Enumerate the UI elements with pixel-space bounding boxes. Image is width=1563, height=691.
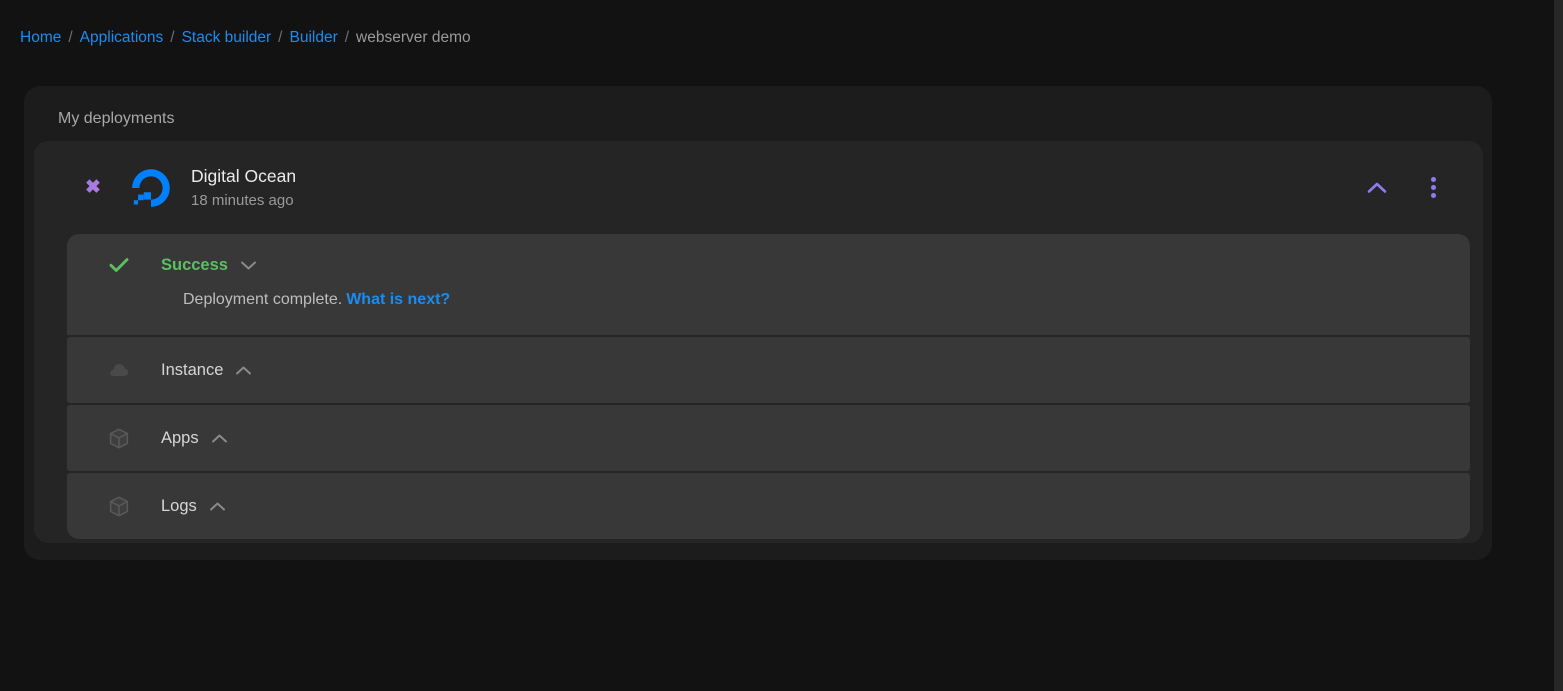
section-logs[interactable]: Logs (67, 473, 1470, 539)
breadcrumb-item-stack-builder[interactable]: Stack builder (182, 27, 272, 49)
my-deployments-panel: My deployments ✖ Digital Ocean 18 minute… (24, 86, 1492, 560)
breadcrumb: Home / Applications / Stack builder / Bu… (20, 27, 471, 49)
deployment-card-header: ✖ Digital Ocean 18 minutes ago (34, 141, 1483, 234)
section-instance-label: Instance (161, 359, 223, 381)
chevron-up-icon[interactable] (235, 365, 252, 376)
section-instance-header[interactable]: Instance (67, 359, 252, 381)
what-is-next-link[interactable]: What is next? (346, 291, 450, 308)
breadcrumb-item-applications[interactable]: Applications (80, 27, 164, 49)
breadcrumb-item-current: webserver demo (356, 27, 471, 49)
chevron-down-icon[interactable] (240, 260, 257, 271)
close-x-icon[interactable]: ✖ (80, 175, 106, 201)
breadcrumb-separator: / (68, 27, 72, 49)
section-apps-header[interactable]: Apps (67, 427, 228, 449)
section-apps[interactable]: Apps (67, 405, 1470, 471)
breadcrumb-separator: / (345, 27, 349, 49)
section-logs-label: Logs (161, 495, 197, 517)
breadcrumb-separator: / (170, 27, 174, 49)
deployment-card-actions (1364, 175, 1463, 201)
panel-title: My deployments (58, 108, 175, 130)
section-status-label: Success (161, 254, 228, 276)
section-instance[interactable]: Instance (67, 337, 1470, 403)
box-icon (109, 496, 129, 516)
status-detail-text: Deployment complete. (183, 291, 342, 308)
deployment-timestamp: 18 minutes ago (191, 190, 296, 212)
status-detail: Deployment complete.What is next? (67, 289, 1470, 311)
section-apps-label: Apps (161, 427, 199, 449)
deployment-sections: Success Deployment complete.What is next… (67, 234, 1470, 539)
chevron-up-icon[interactable] (211, 433, 228, 444)
section-status-header[interactable]: Success (67, 254, 1470, 276)
provider-name: Digital Ocean (191, 164, 296, 188)
box-icon (109, 428, 129, 448)
breadcrumb-item-builder[interactable]: Builder (289, 27, 337, 49)
breadcrumb-separator: / (278, 27, 282, 49)
deployment-card: ✖ Digital Ocean 18 minutes ago (34, 141, 1483, 543)
check-icon (109, 255, 129, 275)
section-status[interactable]: Success Deployment complete.What is next… (67, 234, 1470, 335)
deployment-card-titles: Digital Ocean 18 minutes ago (191, 164, 296, 212)
breadcrumb-item-home[interactable]: Home (20, 27, 61, 49)
chevron-up-icon[interactable] (1364, 175, 1390, 201)
digitalocean-logo-icon (129, 166, 173, 210)
chevron-up-icon[interactable] (209, 501, 226, 512)
kebab-menu-icon[interactable] (1420, 175, 1446, 201)
page-scrollbar[interactable] (1554, 0, 1563, 691)
cloud-icon (109, 360, 129, 380)
section-logs-header[interactable]: Logs (67, 495, 226, 517)
